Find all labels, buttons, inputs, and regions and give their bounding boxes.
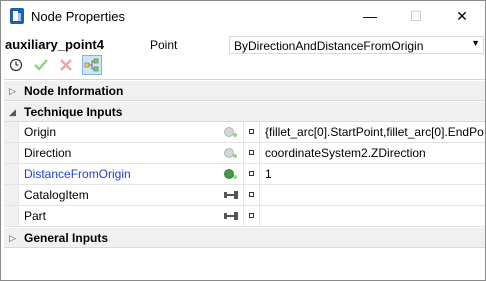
input-name: Origin <box>24 125 57 139</box>
node-type: Point <box>150 38 178 52</box>
collapsed-arrow-icon[interactable]: ▷ <box>9 233 16 244</box>
input-row-part[interactable]: Part <box>4 206 485 227</box>
method-value: ByDirectionAndDistanceFromOrigin <box>234 39 424 53</box>
input-value[interactable]: coordinateSystem2.ZDirection <box>265 146 484 160</box>
dropdown-arrow-icon[interactable]: ▼ <box>471 38 480 48</box>
pin-icon[interactable] <box>219 206 243 226</box>
input-value[interactable]: {fillet_arc[0].StartPoint,fillet_arc[0].… <box>265 125 484 139</box>
expanded-arrow-icon[interactable]: ◢ <box>9 107 16 118</box>
input-name: DistanceFromOrigin <box>24 167 131 181</box>
row-gutter <box>4 185 18 205</box>
cell-divider <box>243 206 244 226</box>
cell-divider <box>243 122 244 142</box>
cell-divider <box>259 185 260 205</box>
cell-divider <box>243 143 244 163</box>
section-general-inputs[interactable]: ▷ General Inputs <box>4 228 485 248</box>
row-checkbox[interactable] <box>249 171 254 176</box>
section-label: General Inputs <box>24 231 109 245</box>
app-icon <box>10 8 24 24</box>
section-label: Node Information <box>24 84 124 98</box>
collapsed-arrow-icon[interactable]: ▷ <box>9 86 16 97</box>
input-point-green-icon[interactable] <box>219 164 243 184</box>
check-icon[interactable] <box>31 55 51 75</box>
input-row-direction[interactable]: Direction coordinateSystem2.ZDirection <box>4 143 485 164</box>
input-row-distance-from-origin[interactable]: DistanceFromOrigin 1 <box>4 164 485 185</box>
cell-divider <box>259 122 260 142</box>
cell-divider <box>243 164 244 184</box>
toolbar <box>1 54 485 76</box>
input-name: CatalogItem <box>24 188 89 202</box>
input-row-origin[interactable]: Origin {fillet_arc[0].StartPoint,fillet_… <box>4 122 485 143</box>
pin-icon[interactable] <box>219 185 243 205</box>
property-grid: ▷ Node Information ◢ Technique Inputs Or… <box>4 79 485 277</box>
minimize-button[interactable]: — <box>347 1 393 31</box>
row-checkbox[interactable] <box>249 192 254 197</box>
input-value[interactable]: 1 <box>265 167 484 181</box>
row-checkbox[interactable] <box>249 150 254 155</box>
close-button[interactable]: ✕ <box>439 1 485 31</box>
clock-icon[interactable] <box>6 55 26 75</box>
node-properties-window: Node Properties — ☐ ✕ auxiliary_point4 P… <box>0 0 486 281</box>
row-gutter <box>4 143 18 163</box>
section-technique-inputs[interactable]: ◢ Technique Inputs <box>4 102 485 122</box>
input-point-gray-icon[interactable] <box>219 122 243 142</box>
input-name: Part <box>24 209 47 223</box>
row-gutter <box>4 122 18 142</box>
row-gutter <box>4 206 18 226</box>
title-bar[interactable]: Node Properties — ☐ ✕ <box>1 1 485 31</box>
row-checkbox[interactable] <box>249 129 254 134</box>
cell-divider <box>243 185 244 205</box>
cell-divider <box>259 206 260 226</box>
cross-icon[interactable] <box>56 55 76 75</box>
node-name: auxiliary_point4 <box>5 37 104 52</box>
row-checkbox[interactable] <box>249 213 254 218</box>
input-row-catalog-item[interactable]: CatalogItem <box>4 185 485 206</box>
cell-divider <box>259 143 260 163</box>
cell-divider <box>259 164 260 184</box>
row-gutter <box>4 164 18 184</box>
nodes-icon[interactable] <box>82 55 102 75</box>
section-node-information[interactable]: ▷ Node Information <box>4 81 485 101</box>
method-dropdown[interactable]: ByDirectionAndDistanceFromOrigin ▼ <box>229 36 484 54</box>
window-title: Node Properties <box>31 9 125 24</box>
input-point-gray-icon[interactable] <box>219 143 243 163</box>
maximize-button[interactable]: ☐ <box>393 1 439 31</box>
node-header: auxiliary_point4 Point ByDirectionAndDis… <box>1 35 485 55</box>
input-name: Direction <box>24 146 72 160</box>
section-label: Technique Inputs <box>24 105 123 119</box>
